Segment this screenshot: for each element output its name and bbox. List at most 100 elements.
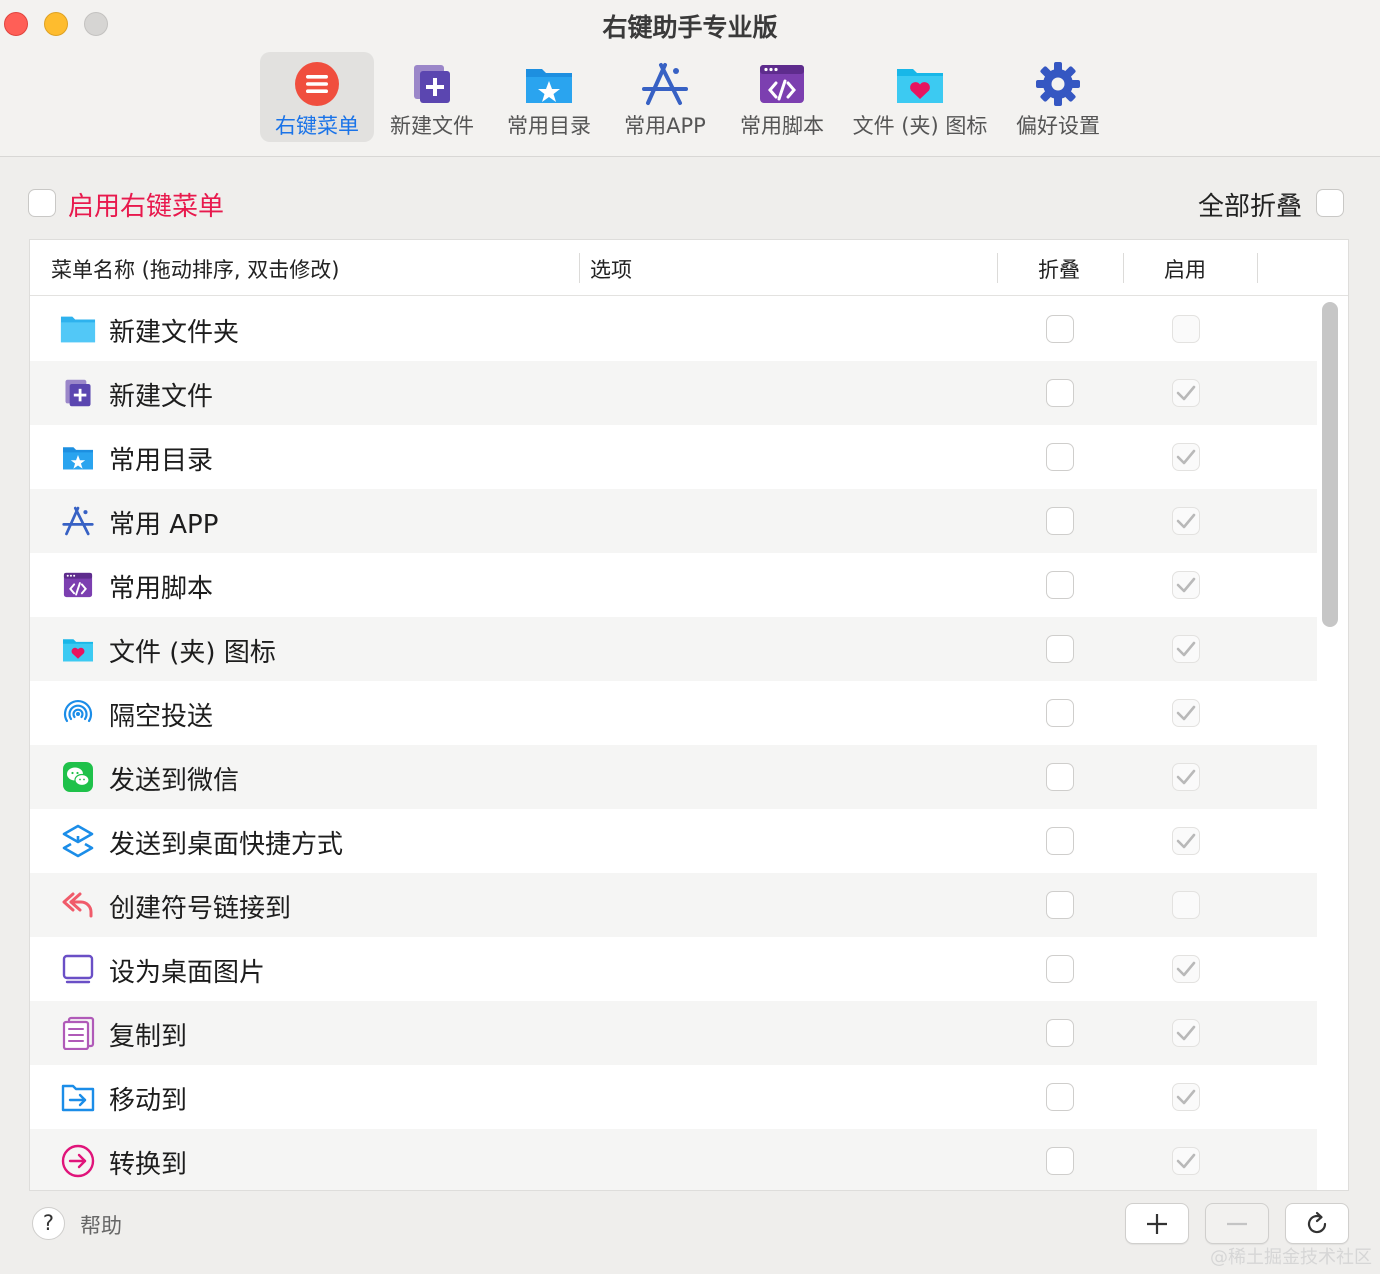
menu-item-name: 新建文件夹 (109, 318, 240, 348)
fold-checkbox[interactable] (1046, 1083, 1074, 1111)
tab-label: 右键菜单 (275, 114, 359, 138)
fold-checkbox[interactable] (1046, 507, 1074, 535)
refresh-icon (1307, 1211, 1327, 1233)
menu-item-name: 转换到 (109, 1150, 188, 1180)
enable-checkbox[interactable] (1172, 315, 1200, 343)
tab-context-menu[interactable]: 右键菜单 (260, 52, 374, 142)
fold-all-checkbox[interactable] (1316, 189, 1344, 217)
help-button[interactable]: ? (32, 1207, 65, 1240)
tab-label: 新建文件 (390, 114, 474, 138)
enable-checkbox[interactable] (1172, 699, 1200, 727)
fold-checkbox[interactable] (1046, 315, 1074, 343)
tab-file-folder-icons[interactable]: 文件 (夹) 图标 (848, 52, 992, 142)
column-divider[interactable] (997, 253, 998, 283)
favorite-folder-icon (60, 439, 96, 475)
add-item-button[interactable] (1125, 1203, 1189, 1244)
script-icon (60, 567, 96, 603)
watermark: @稀土掘金技术社区 (1210, 1247, 1372, 1268)
table-row[interactable]: 发送到微信 (30, 745, 1317, 809)
enable-context-menu-checkbox[interactable] (28, 189, 56, 217)
menu-item-name: 复制到 (109, 1022, 188, 1052)
fold-checkbox[interactable] (1046, 891, 1074, 919)
table-row[interactable]: 移动到 (30, 1065, 1317, 1129)
table-row[interactable]: 常用目录 (30, 425, 1317, 489)
enable-checkbox[interactable] (1172, 571, 1200, 599)
enable-checkbox[interactable] (1172, 763, 1200, 791)
fold-checkbox[interactable] (1046, 443, 1074, 471)
column-header-fold[interactable]: 折叠 (1038, 254, 1080, 284)
fold-checkbox[interactable] (1046, 1147, 1074, 1175)
title-bar: 右键助手专业版 右键菜单 新建文件 常用目录 常用APP 常用脚本 文件 (夹)… (0, 0, 1380, 157)
table-row[interactable]: 创建符号链接到 (30, 873, 1317, 937)
menu-item-name: 文件 (夹) 图标 (109, 638, 276, 668)
fold-checkbox[interactable] (1046, 379, 1074, 407)
fold-checkbox[interactable] (1046, 635, 1074, 663)
enable-checkbox[interactable] (1172, 955, 1200, 983)
enable-checkbox[interactable] (1172, 379, 1200, 407)
plus-icon (1147, 1213, 1167, 1234)
enable-checkbox[interactable] (1172, 635, 1200, 663)
new-file-icon (407, 59, 457, 109)
menu-item-name: 常用目录 (109, 446, 214, 476)
fold-checkbox[interactable] (1046, 1019, 1074, 1047)
table-row[interactable]: 常用 APP (30, 489, 1317, 553)
tab-label: 常用目录 (507, 114, 591, 138)
tab-favorite-apps[interactable]: 常用APP (616, 52, 714, 142)
fold-checkbox[interactable] (1046, 827, 1074, 855)
column-header-options[interactable]: 选项 (590, 254, 632, 284)
minus-icon (1227, 1222, 1247, 1225)
table-body: 新建文件夹 新建文件 常用目录 常用 APP 常用脚本 文件 (夹) 图标 隔空… (30, 297, 1317, 1190)
fold-checkbox[interactable] (1046, 763, 1074, 791)
enable-checkbox[interactable] (1172, 1147, 1200, 1175)
column-divider[interactable] (1257, 253, 1258, 283)
column-divider[interactable] (1123, 253, 1124, 283)
vertical-scrollbar[interactable] (1322, 302, 1338, 627)
fold-checkbox[interactable] (1046, 571, 1074, 599)
enable-checkbox[interactable] (1172, 1083, 1200, 1111)
table-row[interactable]: 复制到 (30, 1001, 1317, 1065)
table-row[interactable]: 发送到桌面快捷方式 (30, 809, 1317, 873)
column-header-name[interactable]: 菜单名称 (拖动排序, 双击修改) (51, 254, 339, 284)
enable-checkbox[interactable] (1172, 1019, 1200, 1047)
enable-context-menu-label: 启用右键菜单 (68, 192, 225, 222)
table-row[interactable]: 文件 (夹) 图标 (30, 617, 1317, 681)
new-file-icon (60, 375, 96, 411)
enable-checkbox[interactable] (1172, 827, 1200, 855)
gear-icon (1033, 59, 1083, 109)
table-row[interactable]: 转换到 (30, 1129, 1317, 1190)
tab-favorite-scripts[interactable]: 常用脚本 (734, 52, 830, 142)
tab-new-file[interactable]: 新建文件 (384, 52, 480, 142)
remove-item-button[interactable] (1205, 1203, 1269, 1244)
fold-checkbox[interactable] (1046, 955, 1074, 983)
menu-item-name: 常用脚本 (109, 574, 214, 604)
app-store-icon (640, 59, 690, 109)
fold-checkbox[interactable] (1046, 699, 1074, 727)
menu-item-name: 移动到 (109, 1086, 188, 1116)
heart-folder-icon (895, 59, 945, 109)
tab-label: 文件 (夹) 图标 (852, 114, 988, 138)
table-row[interactable]: 设为桌面图片 (30, 937, 1317, 1001)
column-divider[interactable] (579, 253, 580, 283)
table-row[interactable]: 常用脚本 (30, 553, 1317, 617)
table-row[interactable]: 新建文件 (30, 361, 1317, 425)
tab-preferences[interactable]: 偏好设置 (1010, 52, 1106, 142)
app-store-icon (60, 503, 96, 539)
context-menu-icon (292, 59, 342, 109)
menu-item-name: 设为桌面图片 (109, 958, 266, 988)
enable-checkbox[interactable] (1172, 443, 1200, 471)
desktop-picture-icon (60, 951, 96, 987)
refresh-button[interactable] (1285, 1203, 1349, 1244)
table-row[interactable]: 隔空投送 (30, 681, 1317, 745)
help-label[interactable]: 帮助 (80, 1210, 122, 1240)
tab-favorite-folders[interactable]: 常用目录 (500, 52, 598, 142)
enable-checkbox[interactable] (1172, 507, 1200, 535)
menu-item-name: 新建文件 (109, 382, 214, 412)
wechat-icon (60, 759, 96, 795)
menu-item-name: 创建符号链接到 (109, 894, 292, 924)
column-header-enable[interactable]: 启用 (1164, 254, 1206, 284)
heart-folder-icon (60, 631, 96, 667)
tab-label: 常用APP (624, 114, 706, 138)
symlink-icon (60, 887, 96, 923)
table-row[interactable]: 新建文件夹 (30, 297, 1317, 361)
enable-checkbox[interactable] (1172, 891, 1200, 919)
